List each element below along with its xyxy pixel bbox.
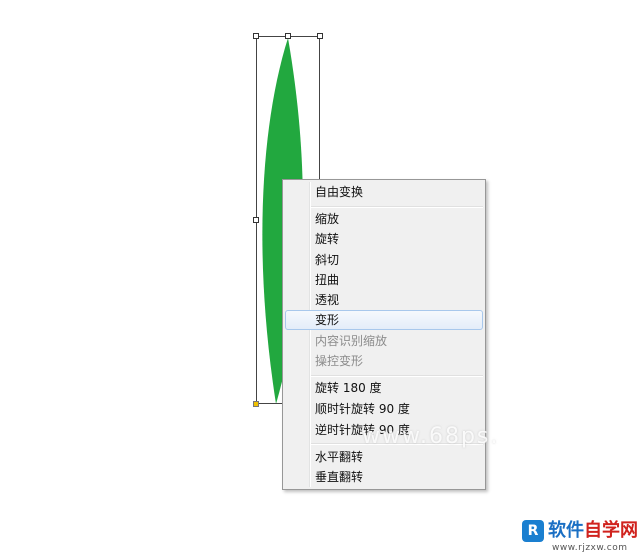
menu-separator [311, 206, 483, 208]
logo-url: www.rjzxw.com [552, 543, 628, 553]
logo-title-part2: 自学网 [584, 520, 638, 541]
menu-item-skew[interactable]: 斜切 [285, 250, 483, 270]
site-logo: R 软件自学网 www.rjzxw.com [522, 520, 640, 554]
menu-item-rotate-90-cw[interactable]: 顺时针旋转 90 度 [285, 399, 483, 419]
handle-top-left[interactable] [253, 33, 259, 39]
menu-item-scale[interactable]: 缩放 [285, 209, 483, 229]
menu-item-perspective[interactable]: 透视 [285, 290, 483, 310]
watermark-text: www.68ps. [362, 424, 500, 449]
handle-top-right[interactable] [317, 33, 323, 39]
menu-item-distort[interactable]: 扭曲 [285, 270, 483, 290]
menu-item-rotate-180[interactable]: 旋转 180 度 [285, 378, 483, 398]
handle-middle-left[interactable] [253, 217, 259, 223]
handle-bottom-left[interactable] [253, 401, 259, 407]
menu-item-warp[interactable]: 变形 [285, 310, 483, 330]
menu-item-flip-vertical[interactable]: 垂直翻转 [285, 467, 483, 487]
logo-mark-icon: R [522, 520, 544, 542]
menu-separator [311, 375, 483, 377]
logo-title-part1: 软件 [548, 520, 584, 541]
menu-item-free-transform[interactable]: 自由变换 [285, 182, 483, 202]
handle-top-center[interactable] [285, 33, 291, 39]
logo-title: 软件自学网 [548, 520, 638, 542]
menu-item-puppet-warp[interactable]: 操控变形 [285, 351, 483, 371]
menu-item-flip-horizontal[interactable]: 水平翻转 [285, 447, 483, 467]
menu-item-rotate[interactable]: 旋转 [285, 229, 483, 249]
menu-item-content-aware-scale[interactable]: 内容识别缩放 [285, 331, 483, 351]
